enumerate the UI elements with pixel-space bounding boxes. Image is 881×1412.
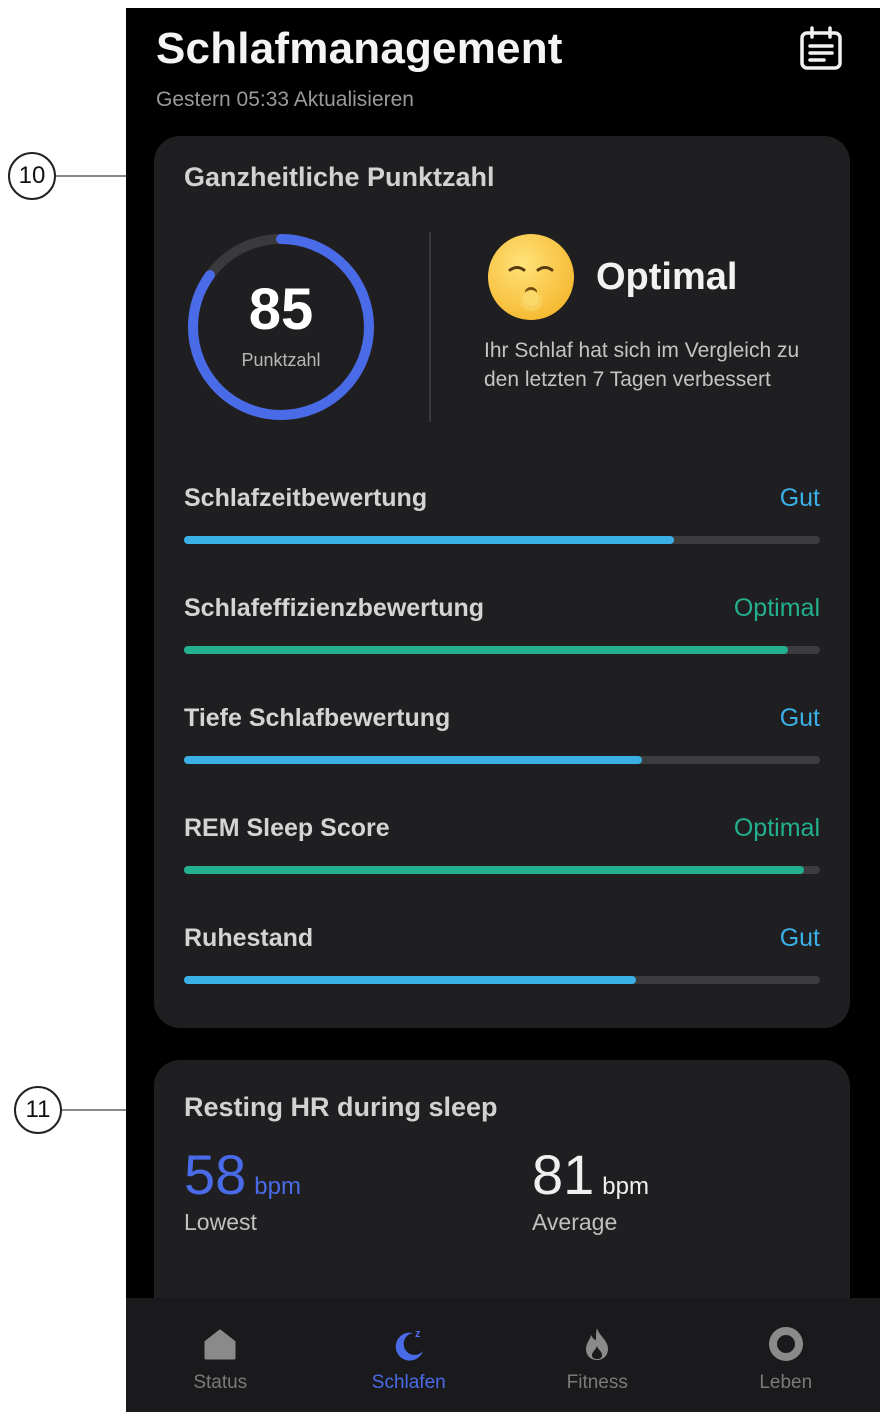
hr-average: 81 bpm Average [532, 1142, 649, 1236]
metric-progress-track [184, 866, 820, 874]
hr-lowest: 58 bpm Lowest [184, 1142, 301, 1236]
metric-label: Schlafeffizienzbewertung [184, 594, 485, 622]
callout-number: 10 [8, 152, 56, 200]
last-updated-text: Gestern 05:33 Aktualisieren [156, 88, 414, 111]
metric-rating: Optimal [733, 594, 820, 622]
metric-rating: Gut [779, 484, 820, 512]
metric-progress-fill [184, 536, 674, 544]
nav-label: Fitness [566, 1372, 628, 1393]
metric-progress-fill [184, 976, 636, 984]
hr-lowest-value: 58 [184, 1143, 247, 1206]
score-value: 85 [248, 277, 314, 342]
metric-label: Tiefe Schlafbewertung [184, 704, 451, 732]
metric-row: Schlafzeitbewertung Gut [184, 484, 820, 554]
holistic-score-card[interactable]: Ganzheitliche Punktzahl 85 Punktzahl Opt… [154, 136, 850, 1028]
metric-label: Schlafzeitbewertung [184, 484, 428, 512]
flame-icon [586, 1328, 609, 1360]
metric-rating: Gut [779, 924, 820, 952]
metric-progress-track [184, 976, 820, 984]
status-description: Ihr Schlaf hat sich im Vergleich zu den … [484, 339, 800, 391]
hr-lowest-unit: bpm [254, 1173, 301, 1200]
metric-rating: Optimal [733, 814, 820, 842]
nav-item-schlafen[interactable]: z Schlafen [315, 1298, 504, 1412]
calendar-button[interactable] [796, 24, 846, 74]
sleep-status: Optimal [596, 256, 738, 298]
metric-label: REM Sleep Score [184, 814, 390, 842]
metric-row: Schlafeffizienzbewertung Optimal [184, 594, 820, 664]
metric-progress-track [184, 536, 820, 544]
score-ring: 85 Punktzahl [184, 230, 378, 424]
nav-label: Schlafen [371, 1372, 446, 1393]
metric-row: Ruhestand Gut [184, 924, 820, 994]
phone-screen: Schlafmanagement Gestern 05:33 Aktualisi… [126, 8, 880, 1412]
page-title: Schlafmanagement [156, 24, 563, 73]
nav-item-fitness[interactable]: Fitness [503, 1298, 692, 1412]
nav-item-leben[interactable]: Leben [692, 1298, 881, 1412]
calendar-icon [800, 26, 842, 70]
metric-progress-fill [184, 866, 805, 874]
score-label: Punktzahl [241, 350, 321, 370]
metric-progress-track [184, 646, 820, 654]
nav-label: Status [193, 1372, 248, 1393]
card-title: Ganzheitliche Punktzahl [184, 162, 495, 192]
metric-progress-track [184, 756, 820, 764]
metric-progress-fill [184, 646, 789, 654]
svg-text:z: z [415, 1328, 421, 1340]
card-title: Resting HR during sleep [184, 1092, 498, 1122]
callout-number: 11 [14, 1086, 62, 1134]
metric-label: Ruhestand [184, 924, 314, 952]
metric-progress-fill [184, 756, 642, 764]
nav-item-status[interactable]: Status [126, 1298, 315, 1412]
sleeping-face-icon [488, 234, 574, 320]
bottom-navigation: Status z Schlafen Fitness Leben [126, 1298, 880, 1412]
hr-average-label: Average [532, 1209, 618, 1235]
hr-average-value: 81 [532, 1143, 595, 1206]
metric-row: REM Sleep Score Optimal [184, 814, 820, 884]
nav-label: Leben [759, 1372, 813, 1393]
hr-average-unit: bpm [602, 1173, 649, 1200]
house-icon [204, 1329, 236, 1360]
metric-rating: Gut [779, 704, 820, 732]
hr-lowest-label: Lowest [184, 1209, 257, 1235]
moon-icon: z [395, 1328, 423, 1361]
divider [429, 232, 431, 422]
circle-icon [768, 1327, 803, 1361]
metric-row: Tiefe Schlafbewertung Gut [184, 704, 820, 774]
